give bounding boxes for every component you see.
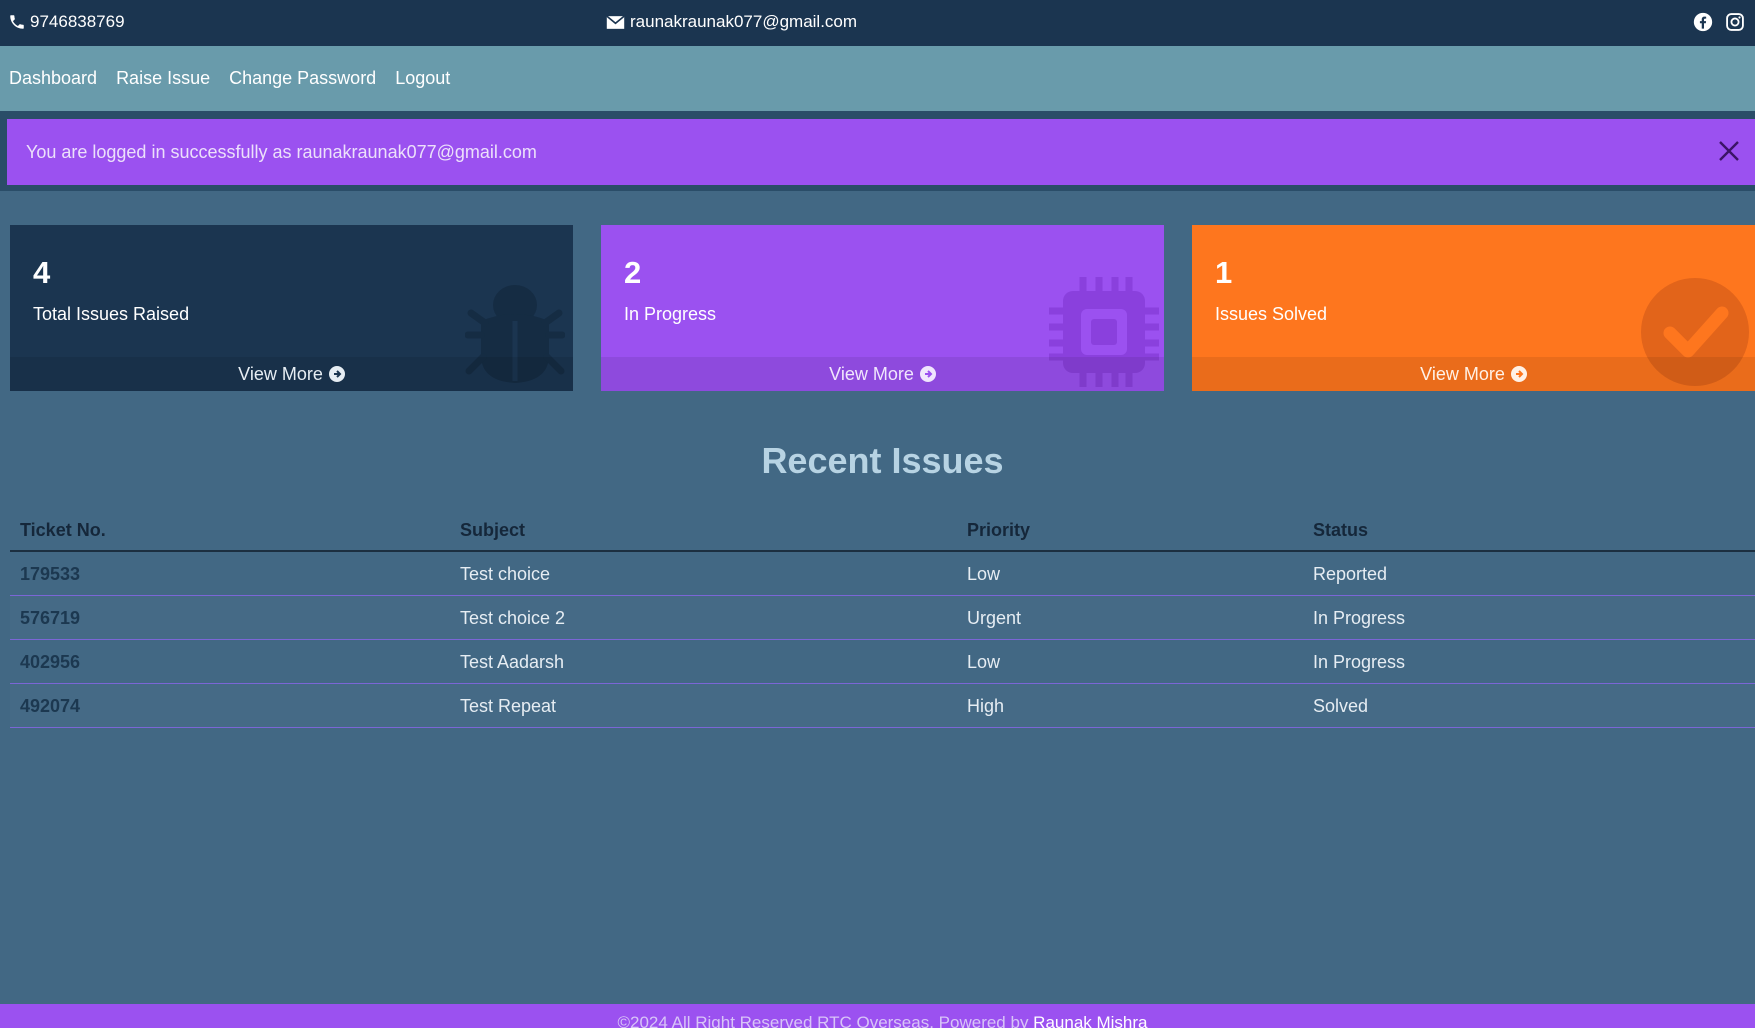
view-more-total-issues[interactable]: View More: [10, 357, 573, 391]
card-count: 2: [624, 255, 642, 290]
card-count: 1: [1215, 255, 1233, 290]
issue-subject: Test choice: [460, 563, 551, 584]
header-status: Status: [1313, 519, 1369, 540]
issues-solved-card: 1 Issues Solved View More: [1192, 225, 1755, 391]
issue-subject: Test choice 2: [460, 607, 566, 628]
nav-dashboard[interactable]: Dashboard: [9, 68, 97, 89]
view-more-label: View More: [238, 363, 323, 384]
login-success-alert: You are logged in successfully as raunak…: [7, 119, 1755, 185]
header-subject: Subject: [460, 519, 526, 540]
header-priority: Priority: [967, 519, 1031, 540]
issue-status: In Progress: [1313, 651, 1406, 672]
top-contact-bar: 9746838769 raunakraunak077@gmail.com: [0, 0, 1755, 46]
main-nav: Dashboard Raise Issue Change Password Lo…: [0, 46, 1755, 111]
ticket-number: 576719: [20, 607, 81, 628]
total-issues-card: 4 Total Issues Raised View More: [10, 225, 573, 391]
nav-logout[interactable]: Logout: [395, 68, 450, 89]
recent-issues-table: Ticket No. Subject Priority Status 17953…: [10, 508, 1755, 728]
social-links: [1693, 12, 1745, 32]
header-ticket-no: Ticket No.: [20, 519, 106, 540]
table-row[interactable]: 402956 Test Aadarsh Low In Progress: [10, 640, 1755, 684]
envelope-icon: [606, 15, 625, 30]
phone-number: 9746838769: [30, 12, 125, 31]
arrow-circle-right-icon: [328, 366, 345, 382]
issue-status: Reported: [1313, 563, 1388, 584]
nav-change-password[interactable]: Change Password: [229, 68, 376, 89]
instagram-icon[interactable]: [1725, 12, 1745, 32]
issue-subject: Test Repeat: [460, 695, 557, 716]
nav-raise-issue[interactable]: Raise Issue: [116, 68, 210, 89]
issue-status: Solved: [1313, 695, 1369, 716]
view-more-label: View More: [829, 363, 914, 384]
phone-contact: 9746838769: [8, 12, 125, 32]
issue-subject: Test Aadarsh: [460, 651, 565, 672]
email-address: raunakraunak077@gmail.com: [630, 12, 858, 31]
copyright-text: ©2024 All Right Reserved RTC Overseas. P…: [617, 1013, 1034, 1028]
card-label: Total Issues Raised: [33, 304, 190, 324]
ticket-number: 492074: [20, 695, 81, 716]
recent-issues-title: Recent Issues: [761, 440, 1004, 481]
facebook-icon[interactable]: [1693, 12, 1713, 32]
issue-priority: Urgent: [967, 607, 1022, 628]
issue-priority: Low: [967, 651, 1001, 672]
view-more-in-progress[interactable]: View More: [601, 357, 1164, 391]
page-footer: ©2024 All Right Reserved RTC Overseas. P…: [0, 1004, 1755, 1028]
footer-text: ©2024 All Right Reserved RTC Overseas. P…: [0, 1013, 1755, 1028]
phone-icon: [8, 13, 26, 31]
ticket-number: 402956: [20, 651, 81, 672]
close-icon[interactable]: [1717, 139, 1741, 168]
ticket-number: 179533: [20, 563, 81, 584]
issue-status: In Progress: [1313, 607, 1406, 628]
table-row[interactable]: 179533 Test choice Low Reported: [10, 552, 1755, 596]
issue-priority: High: [967, 695, 1005, 716]
table-row[interactable]: 492074 Test Repeat High Solved: [10, 684, 1755, 728]
in-progress-card: 2 In Progress View More: [601, 225, 1164, 391]
table-row[interactable]: 576719 Test choice 2 Urgent In Progress: [10, 596, 1755, 640]
author-link[interactable]: Raunak Mishra: [1033, 1013, 1147, 1028]
card-count: 4: [33, 255, 51, 290]
arrow-circle-right-icon: [1510, 366, 1527, 382]
email-contact: raunakraunak077@gmail.com: [606, 12, 857, 32]
card-label: In Progress: [624, 304, 717, 324]
table-header: Ticket No. Subject Priority Status: [10, 508, 1755, 552]
view-more-label: View More: [1420, 363, 1505, 384]
view-more-issues-solved[interactable]: View More: [1192, 357, 1755, 391]
arrow-circle-right-icon: [919, 366, 936, 382]
card-label: Issues Solved: [1215, 304, 1328, 324]
issue-priority: Low: [967, 563, 1001, 584]
alert-message: You are logged in successfully as raunak…: [26, 141, 537, 162]
